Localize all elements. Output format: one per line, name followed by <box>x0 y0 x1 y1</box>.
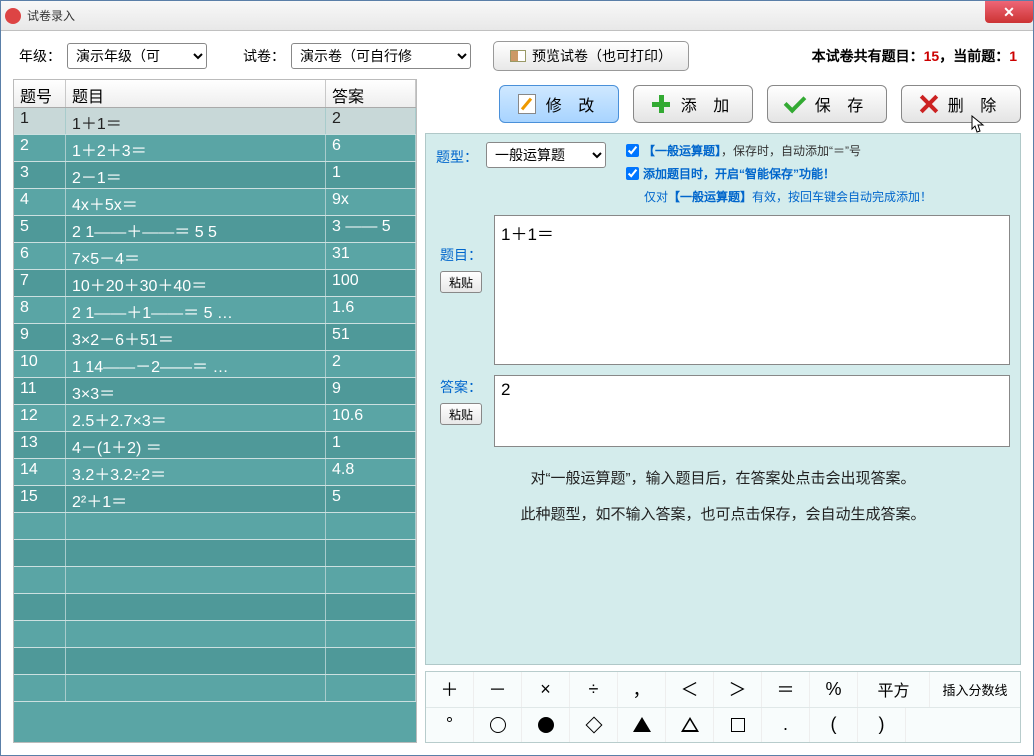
sym-＜[interactable]: ＜ <box>666 672 714 707</box>
sym-×[interactable]: × <box>522 672 570 707</box>
table-row[interactable] <box>14 540 416 567</box>
table-row[interactable] <box>14 648 416 675</box>
grade-select[interactable]: 演示年级（可 <box>67 43 207 69</box>
table-row[interactable]: 5 2 1——＋——＝ 5 5 3 —— 5 <box>14 216 416 243</box>
sym-)[interactable]: ) <box>858 708 906 743</box>
table-row[interactable]: 44x＋5x＝9x <box>14 189 416 216</box>
chk-auto-equals[interactable]: 【一般运算题】，保存时，自动添加“＝”号 <box>626 142 932 159</box>
sym-－[interactable]: － <box>474 672 522 707</box>
question-input[interactable] <box>494 215 1010 365</box>
sym-＝[interactable]: ＝ <box>762 672 810 707</box>
table-row[interactable]: 113×3＝9 <box>14 378 416 405</box>
stats-text: 本试卷共有题目：15，当前题：1 <box>812 46 1021 66</box>
book-icon <box>510 50 526 62</box>
type-select[interactable]: 一般运算题 <box>486 142 606 168</box>
chk-hint: 仅对【一般运算题】有效，按回车键会自动完成添加！ <box>644 188 932 205</box>
table-row[interactable] <box>14 675 416 702</box>
sym-triangle-fill[interactable] <box>618 708 666 743</box>
question-table: 题号 题目 答案 11＋1＝221＋2＋3＝632－1＝144x＋5x＝9x5 … <box>13 79 417 743</box>
question-label: 题目： <box>440 245 482 265</box>
top-toolbar: 年级： 演示年级（可 试卷： 演示卷（可自行修 预览试卷（也可打印） 本试卷共有… <box>1 31 1033 79</box>
sym-circle-fill[interactable] <box>522 708 570 743</box>
sym-circle-outline[interactable] <box>474 708 522 743</box>
table-body[interactable]: 11＋1＝221＋2＋3＝632－1＝144x＋5x＝9x5 2 1——＋——＝… <box>14 108 416 742</box>
sym-square[interactable]: 平方 <box>858 672 930 707</box>
check-icon <box>783 91 806 114</box>
table-row[interactable]: 8 2 1——＋1——＝ 5 …1.6 <box>14 297 416 324</box>
tips-text: 对“一般运算题”，输入题目后，在答案处点击会出现答案。 此种题型，如不输入答案，… <box>436 457 1010 537</box>
table-row[interactable]: 152²＋1＝5 <box>14 486 416 513</box>
sym-diamond[interactable] <box>570 708 618 743</box>
x-icon <box>920 95 938 113</box>
preview-button[interactable]: 预览试卷（也可打印） <box>493 41 689 71</box>
edit-icon <box>518 94 536 114</box>
sym-insert-fraction[interactable]: 插入分数线 <box>930 672 1020 707</box>
table-row[interactable]: 67×5－4＝31 <box>14 243 416 270</box>
form-panel: 题型： 一般运算题 【一般运算题】，保存时，自动添加“＝”号 添加题目时，开启“… <box>425 133 1021 665</box>
sym-square-outline[interactable] <box>714 708 762 743</box>
sym-%[interactable]: % <box>810 672 858 707</box>
sym-＞[interactable]: ＞ <box>714 672 762 707</box>
delete-button[interactable]: 删 除 <box>901 85 1021 123</box>
table-row[interactable]: 122.5＋2.7×3＝10.6 <box>14 405 416 432</box>
symbol-bar: ＋－×÷，＜＞＝% 平方插入分数线 °.() <box>425 671 1021 743</box>
sym-degree[interactable]: ° <box>426 708 474 743</box>
table-row[interactable]: 10 1 14——－2——＝ …2 <box>14 351 416 378</box>
table-row[interactable]: 32－1＝1 <box>14 162 416 189</box>
table-row[interactable]: 93×2－6＋51＝51 <box>14 324 416 351</box>
paste-question-button[interactable]: 粘贴 <box>440 271 482 293</box>
type-label: 题型： <box>436 142 478 167</box>
table-row[interactable]: 143.2＋3.2÷2＝4.8 <box>14 459 416 486</box>
sym-.[interactable]: . <box>762 708 810 743</box>
action-buttons: 修 改 添 加 保 存 删 除 <box>425 79 1021 127</box>
answer-input[interactable] <box>494 375 1010 447</box>
table-row[interactable]: 11＋1＝2 <box>14 108 416 135</box>
sym-＋[interactable]: ＋ <box>426 672 474 707</box>
header-answer: 答案 <box>326 80 416 107</box>
close-button[interactable]: ✕ <box>985 1 1033 23</box>
preview-label: 预览试卷（也可打印） <box>532 46 672 66</box>
answer-label: 答案： <box>440 377 482 397</box>
paper-select[interactable]: 演示卷（可自行修 <box>291 43 471 69</box>
sym-，[interactable]: ， <box>618 672 666 707</box>
paper-label: 试卷： <box>243 46 285 66</box>
app-icon <box>5 8 21 24</box>
table-row[interactable] <box>14 513 416 540</box>
table-row[interactable] <box>14 567 416 594</box>
titlebar: 试卷录入 ✕ <box>1 1 1033 31</box>
header-num: 题号 <box>14 80 66 107</box>
header-question: 题目 <box>66 80 326 107</box>
table-row[interactable]: 134－(1＋2) ＝1 <box>14 432 416 459</box>
modify-button[interactable]: 修 改 <box>499 85 619 123</box>
sym-÷[interactable]: ÷ <box>570 672 618 707</box>
table-row[interactable] <box>14 621 416 648</box>
table-row[interactable] <box>14 594 416 621</box>
plus-icon <box>651 94 671 114</box>
save-button[interactable]: 保 存 <box>767 85 887 123</box>
sym-triangle-outline[interactable] <box>666 708 714 743</box>
table-row[interactable]: 710＋20＋30＋40＝100 <box>14 270 416 297</box>
add-button[interactable]: 添 加 <box>633 85 753 123</box>
table-header: 题号 题目 答案 <box>14 80 416 108</box>
paste-answer-button[interactable]: 粘贴 <box>440 403 482 425</box>
grade-label: 年级： <box>19 46 61 66</box>
chk-smart-save[interactable]: 添加题目时，开启“智能保存”功能！ <box>626 165 932 182</box>
sym-([interactable]: ( <box>810 708 858 743</box>
table-row[interactable]: 21＋2＋3＝6 <box>14 135 416 162</box>
window-title: 试卷录入 <box>27 7 75 24</box>
